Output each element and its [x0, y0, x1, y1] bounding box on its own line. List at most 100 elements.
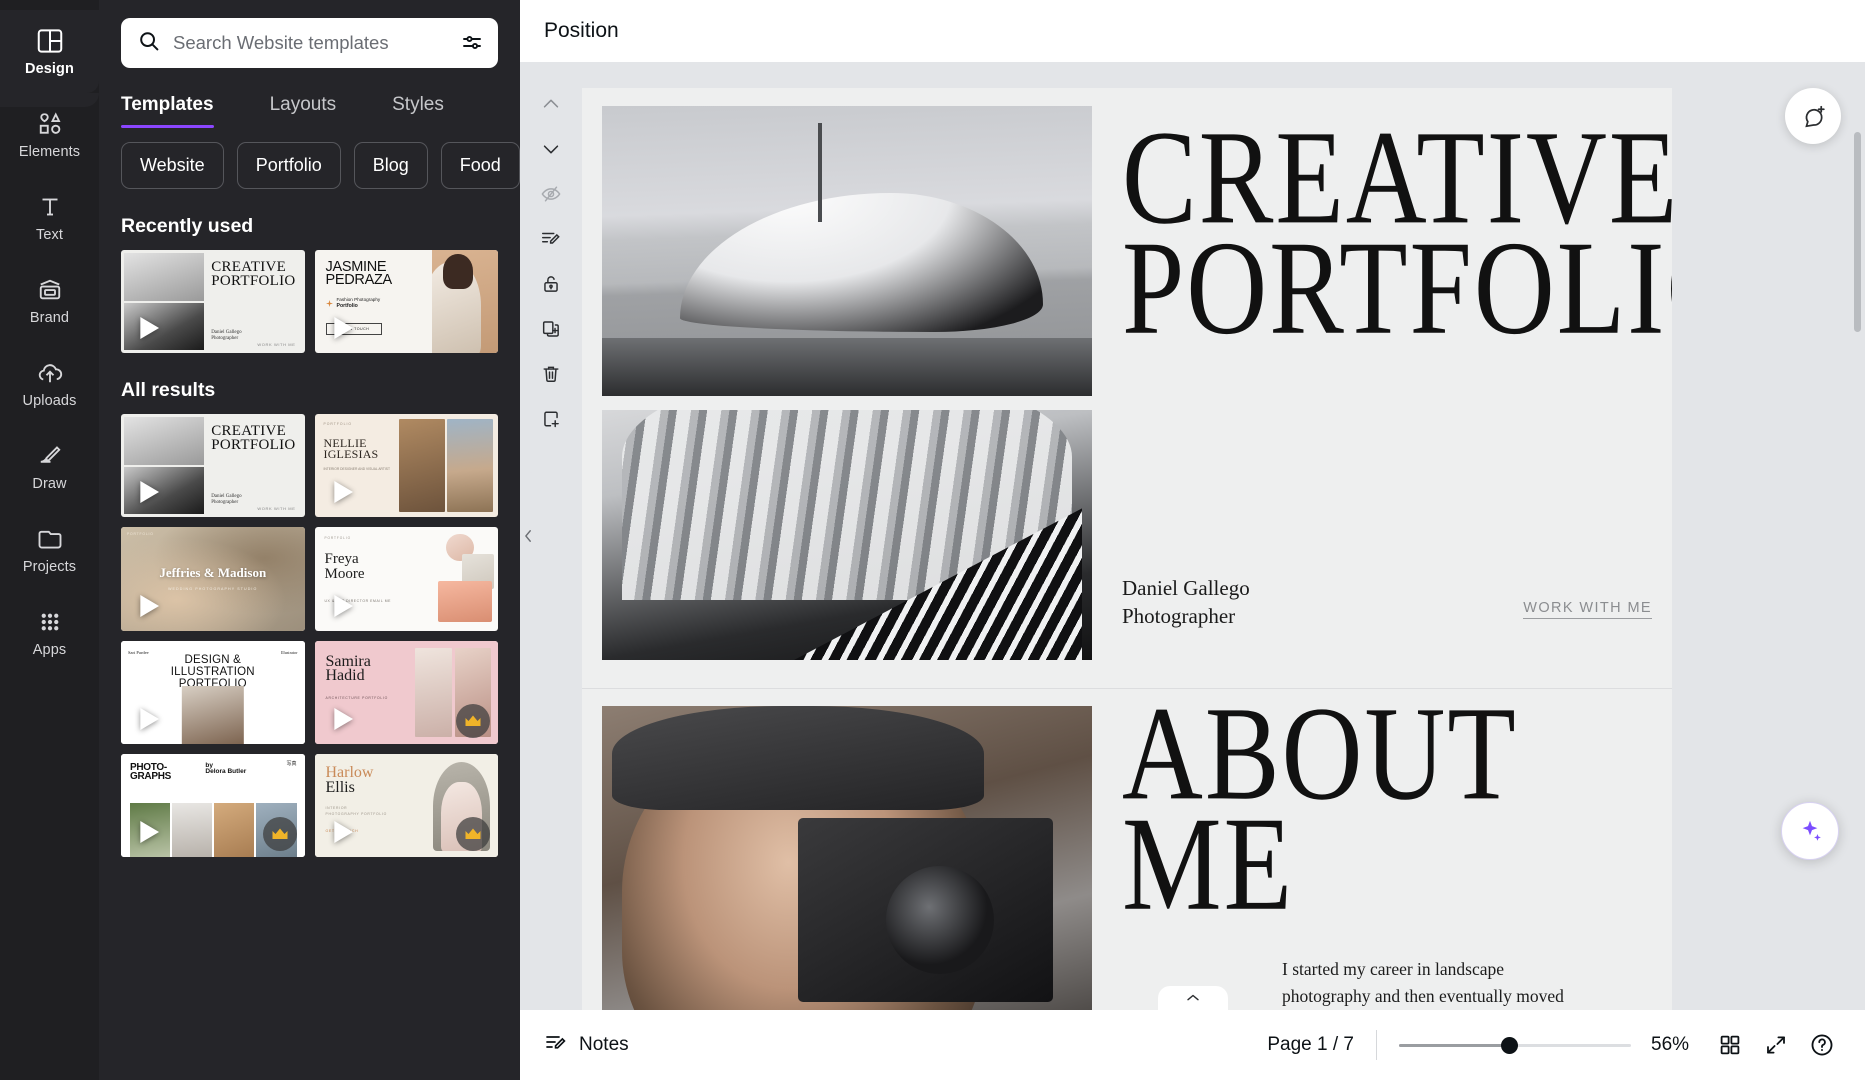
- filter-sliders-icon[interactable]: [460, 31, 484, 55]
- sidebar-item-elements[interactable]: Elements: [0, 93, 99, 176]
- play-icon[interactable]: [131, 589, 165, 623]
- search-input[interactable]: [173, 32, 448, 54]
- comment-add-button[interactable]: [1785, 88, 1841, 144]
- sidebar-item-label: Design: [25, 61, 74, 78]
- lock-icon[interactable]: [537, 270, 565, 298]
- sidebar-item-draw[interactable]: Draw: [0, 425, 99, 508]
- section-title-recently-used: Recently used: [121, 215, 254, 237]
- tab-styles[interactable]: Styles: [392, 88, 444, 128]
- thumb-title: CREATIVE PORTFOLIO: [211, 423, 296, 454]
- elements-icon: [35, 109, 65, 139]
- search-icon: [137, 29, 161, 58]
- move-down-icon[interactable]: [537, 135, 565, 163]
- play-icon[interactable]: [325, 311, 359, 345]
- zoom-slider-knob[interactable]: [1501, 1036, 1519, 1054]
- pro-crown-badge: [456, 703, 490, 738]
- play-icon[interactable]: [325, 815, 359, 849]
- chip-blog[interactable]: Blog: [353, 142, 428, 189]
- page-indicator[interactable]: Page 1 / 7: [1267, 1034, 1376, 1056]
- tab-templates[interactable]: Templates: [121, 88, 214, 128]
- collapse-panel-handle[interactable]: [520, 471, 536, 601]
- notes-edit-icon[interactable]: [537, 225, 565, 253]
- play-icon[interactable]: [325, 589, 359, 623]
- sidebar-item-label: Projects: [22, 559, 77, 576]
- about-paragraph[interactable]: I started my career in landscape photogr…: [1282, 956, 1582, 1010]
- chip-portfolio[interactable]: Portfolio: [236, 142, 341, 189]
- template-card[interactable]: PORTFOLIO Jeffries & Madison WEDDING PHO…: [121, 527, 305, 631]
- sidebar-item-text[interactable]: Text: [0, 176, 99, 259]
- sidebar-item-label: Uploads: [22, 393, 77, 410]
- tab-layouts[interactable]: Layouts: [270, 88, 337, 128]
- thumb-author: by Delora Butler: [205, 761, 247, 775]
- scrollbar-thumb[interactable]: [1854, 132, 1861, 332]
- chip-food[interactable]: Food: [440, 142, 520, 189]
- app-root: Design Elements Text Brand Uploads Draw …: [0, 0, 1865, 1080]
- sidebar-item-uploads[interactable]: Uploads: [0, 342, 99, 425]
- section-title-all-results: All results: [121, 379, 216, 402]
- uploads-icon: [35, 358, 65, 388]
- notes-expand-caret[interactable]: [1157, 986, 1228, 1010]
- template-card[interactable]: Samira Hadid ARCHITECTURE PORTFOLIO: [314, 640, 498, 744]
- play-icon[interactable]: [325, 702, 359, 736]
- hero-image-architecture[interactable]: [602, 106, 1092, 396]
- thumb-title: DESIGN & ILLUSTRATION PORTFOLIO: [170, 654, 255, 690]
- add-page-icon[interactable]: [537, 405, 565, 433]
- thumb-tagline: Fashion Photography Portfolio: [325, 297, 432, 310]
- play-icon[interactable]: [131, 311, 165, 345]
- play-icon[interactable]: [131, 702, 165, 736]
- template-card[interactable]: PORTFOLIO NELLIE IGLESIAS INTERIOR DESIG…: [314, 414, 498, 518]
- about-image-photographer[interactable]: [602, 706, 1092, 1010]
- sidebar-item-label: Apps: [32, 642, 67, 659]
- zoom-slider[interactable]: [1399, 1033, 1631, 1057]
- template-card[interactable]: Harlow Ellis INTERIOR PHOTOGRAPHY PORTFO…: [314, 753, 498, 858]
- sidebar-item-apps[interactable]: Apps: [0, 591, 99, 674]
- thumb-title: CREATIVE PORTFOLIO: [211, 259, 296, 290]
- about-heading[interactable]: ABOUT ME: [1122, 687, 1518, 931]
- star-icon: [325, 299, 333, 307]
- zoom-value[interactable]: 56%: [1651, 1034, 1707, 1056]
- search-area: [99, 0, 520, 68]
- thumb-image: [124, 253, 205, 301]
- hero-byline[interactable]: Daniel Gallego Photographer: [1122, 575, 1250, 630]
- duplicate-icon[interactable]: [537, 315, 565, 343]
- crown-icon: [465, 715, 481, 726]
- play-icon[interactable]: [131, 475, 165, 509]
- crown-icon: [465, 828, 481, 840]
- template-card[interactable]: PHOTO- GRAPHS by Delora Butler 写真: [121, 753, 305, 858]
- fullscreen-icon[interactable]: [1753, 1022, 1799, 1068]
- template-card[interactable]: PORTFOLIO Freya Moore UX & ART DIRECTOR …: [314, 527, 498, 631]
- page-title: Position: [544, 19, 619, 42]
- divider: [1376, 1030, 1377, 1060]
- work-with-me-link[interactable]: WORK WITH ME: [1523, 600, 1652, 619]
- template-card[interactable]: CREATIVE PORTFOLIO Daniel Gallego Photog…: [121, 250, 305, 354]
- brand-icon: [35, 275, 65, 305]
- template-card[interactable]: CREATIVE PORTFOLIO Daniel Gallego Photog…: [121, 414, 305, 518]
- notes-button[interactable]: Notes: [544, 1031, 629, 1060]
- thumb-image: [181, 686, 244, 744]
- bottom-bar: Notes Page 1 / 7 56%: [520, 1010, 1865, 1080]
- bottom-bar-right: Page 1 / 7 56%: [1267, 1022, 1845, 1068]
- sidebar-item-brand[interactable]: Brand: [0, 259, 99, 342]
- chip-website[interactable]: Website: [121, 142, 224, 189]
- hide-eye-icon[interactable]: [537, 180, 565, 208]
- hero-heading[interactable]: CREATIVE PORTFOLIO: [1122, 111, 1672, 355]
- play-icon[interactable]: [325, 475, 359, 509]
- magic-ai-button[interactable]: [1781, 802, 1839, 860]
- hero-image-stairs[interactable]: [602, 410, 1092, 660]
- template-card[interactable]: Sari Pardee Illustrator DESIGN & ILLUSTR…: [121, 640, 305, 744]
- sidebar-item-projects[interactable]: Projects: [0, 508, 99, 591]
- left-rail: Design Elements Text Brand Uploads Draw …: [0, 0, 99, 1080]
- help-icon[interactable]: [1799, 1022, 1845, 1068]
- play-icon[interactable]: [131, 815, 165, 849]
- design-page[interactable]: CREATIVE PORTFOLIO Daniel Gallego Photog…: [582, 88, 1672, 1010]
- delete-trash-icon[interactable]: [537, 360, 565, 388]
- sidebar-item-design[interactable]: Design: [0, 10, 99, 107]
- page-section-hero: CREATIVE PORTFOLIO Daniel Gallego Photog…: [582, 88, 1672, 689]
- move-up-icon[interactable]: [537, 90, 565, 118]
- thumb-image: [124, 417, 205, 465]
- search-box[interactable]: [121, 18, 498, 68]
- thumb-title: Freya Moore: [324, 551, 365, 582]
- grid-view-icon[interactable]: [1707, 1022, 1753, 1068]
- template-card[interactable]: JASMINE PEDRAZA Fashion Photography Port…: [314, 250, 498, 354]
- canvas-scrollbar[interactable]: [1854, 132, 1861, 922]
